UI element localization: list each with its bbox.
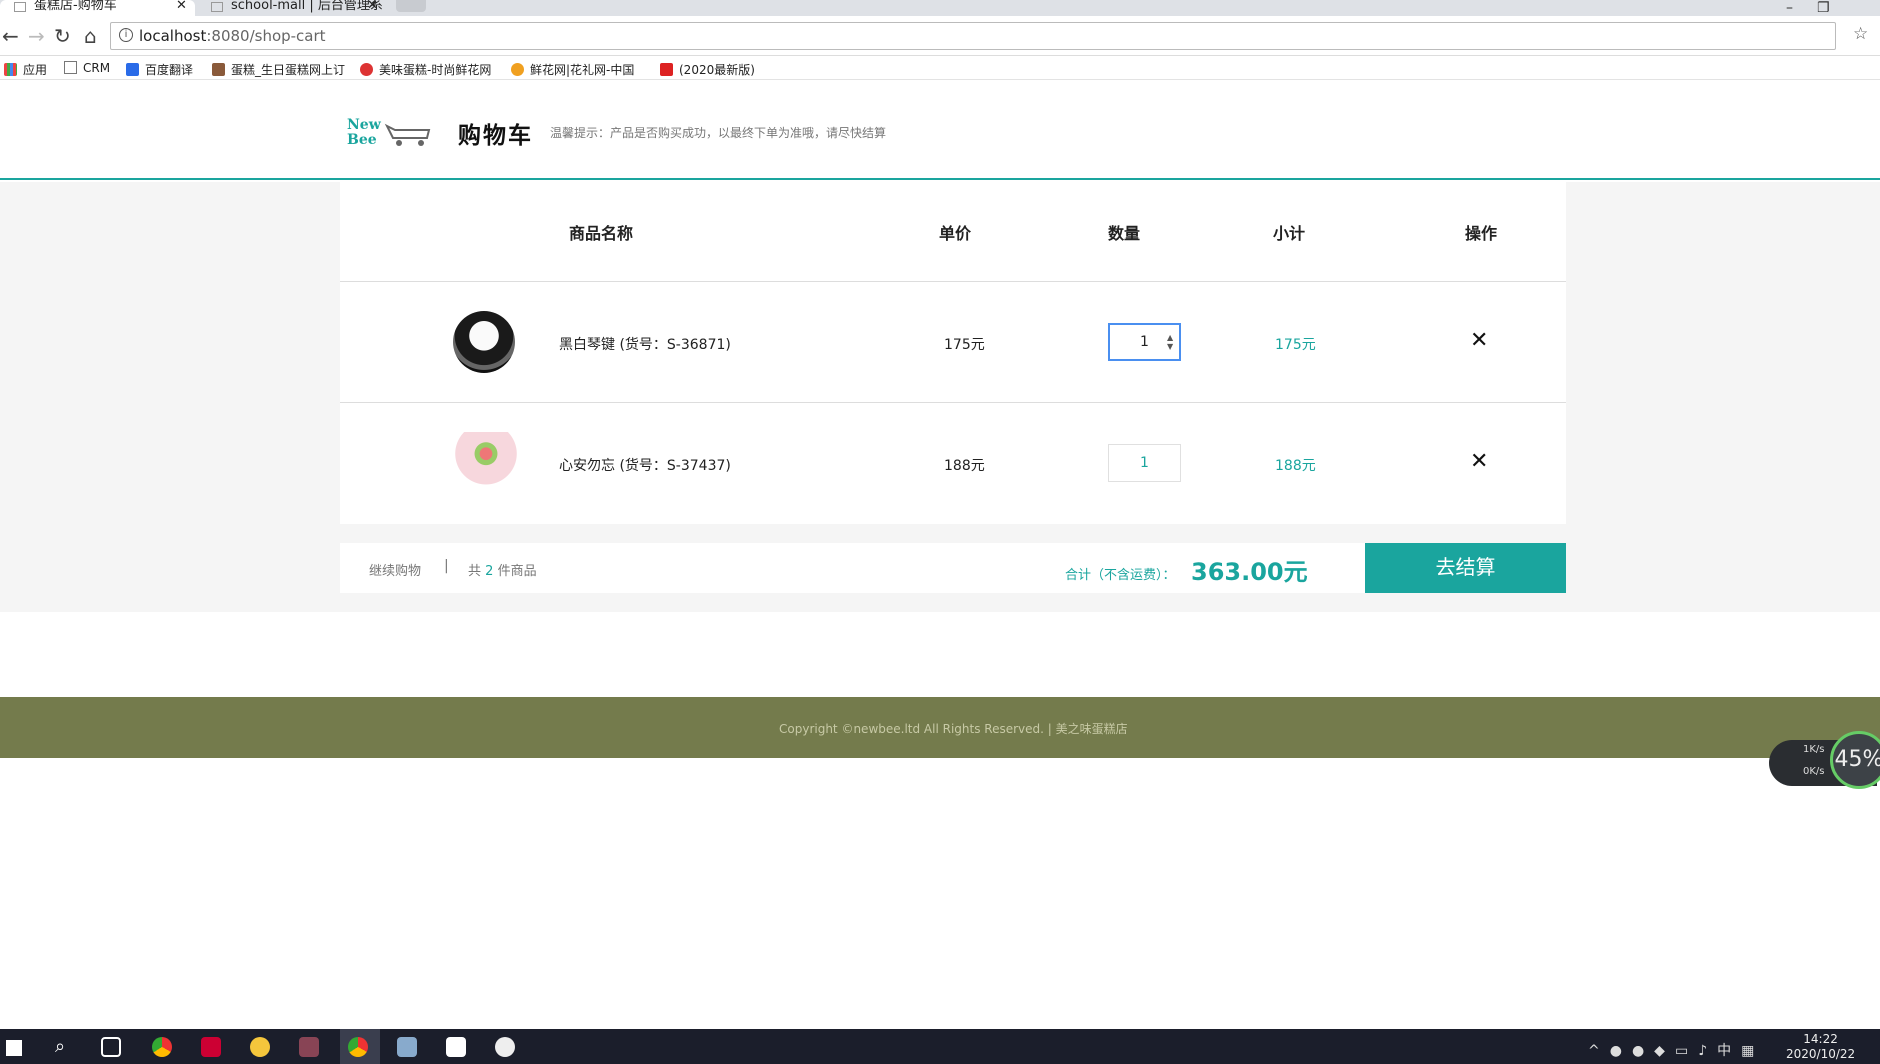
product-price: 188元 <box>944 458 985 474</box>
volume-icon[interactable]: ♪ <box>1698 1043 1717 1059</box>
apps-icon <box>4 63 17 76</box>
warm-tip: 温馨提示：产品是否购买成功，以最终下单为准哦，请尽快结算 <box>550 126 887 140</box>
office-icon[interactable] <box>446 1037 466 1057</box>
product-subtotal: 188元 <box>1275 458 1316 474</box>
total-value: 363.00元 <box>1191 558 1308 586</box>
chrome-icon[interactable] <box>152 1037 172 1057</box>
continue-shopping-link[interactable]: 继续购物 <box>369 560 421 579</box>
qq-icon[interactable] <box>495 1037 515 1057</box>
intellij-icon[interactable] <box>201 1037 221 1057</box>
column-header-price: 单价 <box>939 224 972 243</box>
bookmark-translate[interactable]: 百度翻译 <box>126 61 193 78</box>
new-tab-button[interactable] <box>396 0 426 12</box>
url-text[interactable]: localhost:8080/shop-cart <box>139 27 326 45</box>
bookmark-2020[interactable]: (2020最新版) <box>660 61 755 78</box>
upload-speed: 1K/s <box>1803 744 1825 755</box>
c-icon <box>660 63 673 76</box>
bookmark-cake[interactable]: 蛋糕_生日蛋糕网上订 <box>212 61 345 78</box>
network-icon[interactable]: ▭ <box>1675 1043 1698 1059</box>
info-icon[interactable]: i <box>119 28 133 42</box>
keyboard-icon[interactable]: ▦ <box>1741 1043 1764 1059</box>
newbee-logo[interactable]: New Bee <box>347 116 431 148</box>
total-label: 合计（不含运费）： <box>1065 568 1176 583</box>
product-price: 175元 <box>944 337 985 353</box>
column-header-subtotal: 小计 <box>1273 224 1306 243</box>
separator: | <box>444 558 449 574</box>
page-icon <box>64 61 77 74</box>
bookmark-flower[interactable]: 美味蛋糕-时尚鲜花网 <box>360 61 491 78</box>
back-icon[interactable]: ← <box>2 24 19 48</box>
clock-time: 14:22 <box>1803 1032 1838 1046</box>
clock-date: 2020/10/22 <box>1786 1047 1856 1061</box>
delete-icon[interactable]: ✕ <box>1470 449 1488 474</box>
column-header-name: 商品名称 <box>569 224 634 243</box>
bookmark-flower-gift[interactable]: 鲜花网|花礼网-中国 <box>511 61 634 78</box>
translate-icon <box>126 63 139 76</box>
window-controls[interactable]: –❐ <box>1786 0 1854 16</box>
forward-icon[interactable]: → <box>28 24 45 48</box>
url-path: :8080/shop-cart <box>206 27 326 45</box>
chevron-up-icon[interactable]: ^ <box>1588 1043 1610 1059</box>
memory-percent[interactable]: 45% <box>1830 731 1880 789</box>
address-bar[interactable]: i localhost:8080/shop-cart <box>110 22 1836 50</box>
checkout-button[interactable]: 去结算 <box>1365 543 1566 593</box>
app-icon[interactable] <box>250 1037 270 1057</box>
quantity-stepper[interactable] <box>1108 444 1181 482</box>
product-image-cake[interactable] <box>453 311 515 373</box>
game-icon[interactable] <box>299 1037 319 1057</box>
bookmark-crm[interactable]: CRM <box>64 61 110 75</box>
delete-icon[interactable]: ✕ <box>1470 328 1488 353</box>
product-name[interactable]: 心安勿忘 (货号：S-37437) <box>559 455 731 475</box>
product-name[interactable]: 黑白琴键 (货号：S-36871) <box>559 334 731 354</box>
page-header <box>0 80 1880 180</box>
chrome-icon[interactable] <box>348 1037 368 1057</box>
wechat-icon[interactable]: ● <box>1632 1043 1654 1059</box>
spin-arrows-icon[interactable]: ▲ ▼ <box>1167 333 1177 353</box>
copyright-text: Copyright ©newbee.ltd All Rights Reserve… <box>779 722 1128 736</box>
minimize-icon[interactable]: – <box>1786 0 1817 16</box>
tab-title: school-mall | 后台管理系 <box>231 0 383 13</box>
tab-admin[interactable]: school-mall | 后台管理系 ✕ <box>197 0 389 16</box>
product-subtotal: 175元 <box>1275 337 1316 353</box>
home-icon[interactable]: ⌂ <box>84 24 97 48</box>
ime-indicator[interactable]: 中 <box>1717 1043 1741 1059</box>
tray-app-icon[interactable]: ● <box>1610 1043 1632 1059</box>
column-header-quantity: 数量 <box>1108 224 1141 243</box>
page-icon <box>14 2 26 12</box>
tab-cart[interactable]: 蛋糕店-购物车 ✕ <box>0 0 195 16</box>
system-tray[interactable]: ^●●◆▭♪中▦ <box>1588 1040 1764 1060</box>
column-header-action: 操作 <box>1465 224 1498 243</box>
svg-text:New: New <box>347 117 382 133</box>
cake-icon <box>212 63 225 76</box>
reload-icon[interactable]: ↻ <box>54 24 71 48</box>
item-count: 共 2 件商品 <box>468 564 537 579</box>
flower-icon <box>511 63 524 76</box>
page-title: 购物车 <box>458 123 533 149</box>
tab-title: 蛋糕店-购物车 <box>34 0 117 13</box>
search-icon[interactable]: ⌕ <box>55 1036 65 1057</box>
windows-start-icon[interactable] <box>6 1040 22 1056</box>
svg-text:Bee: Bee <box>347 132 377 148</box>
close-tab-icon[interactable]: ✕ <box>176 0 187 12</box>
notepad-icon[interactable] <box>397 1037 417 1057</box>
download-speed: 0K/s <box>1803 766 1825 777</box>
close-tab-icon[interactable]: ✕ <box>367 0 378 12</box>
bookmark-apps[interactable]: 应用 <box>4 61 47 78</box>
product-image-cake[interactable] <box>455 432 517 494</box>
bookmark-star-icon[interactable]: ☆ <box>1853 24 1868 44</box>
page-icon <box>211 2 223 12</box>
bookmarks-bar: 应用 CRM 百度翻译 蛋糕_生日蛋糕网上订 美味蛋糕-时尚鲜花网 鲜花网|花礼… <box>0 56 1880 80</box>
clock[interactable]: 14:22 2020/10/22 <box>1786 1032 1855 1062</box>
restore-icon[interactable]: ❐ <box>1817 0 1854 16</box>
url-host: localhost <box>139 27 207 45</box>
task-view-icon[interactable] <box>101 1037 121 1057</box>
flower-icon <box>360 63 373 76</box>
shield-icon[interactable]: ◆ <box>1654 1043 1675 1059</box>
